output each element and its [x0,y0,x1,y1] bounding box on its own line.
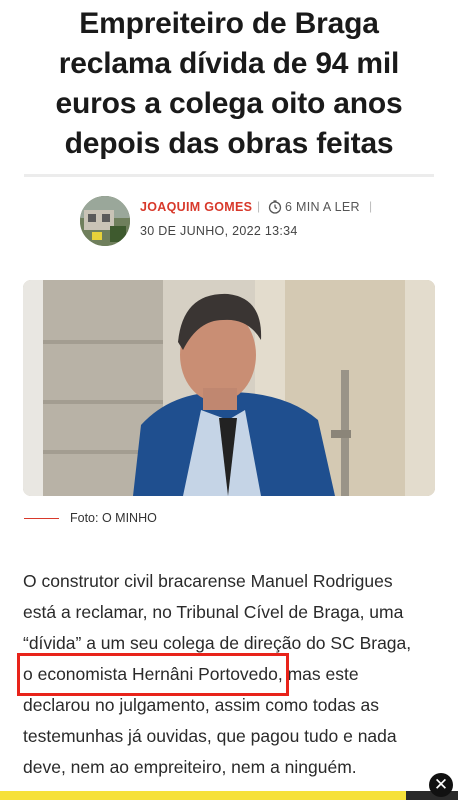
body-line: testemunhas já ouvidas, que pagou tudo e… [23,726,397,746]
body-line: declarou no julgamento, assim como todas… [23,695,380,715]
highlighted-text: o economista Hernâni Portovedo, [17,653,289,696]
meta-separator: | [369,199,373,213]
author-avatar[interactable] [80,196,130,246]
meta-separator: | [257,199,261,213]
photo-caption: Foto: O MINHO [70,511,157,525]
body-line: “dívida” a um seu colega de direção do S… [23,633,412,653]
read-time: 6 MIN A LER [285,200,360,214]
body-line: deve, nem ao empreiteiro, nem a ninguém. [23,757,357,777]
article-meta: JOAQUIM GOMES | 6 MIN A LER | 30 DE JUNH… [80,196,440,246]
article-headline: Empreiteiro de Braga reclama dívida de 9… [55,7,403,160]
author-link[interactable]: JOAQUIM GOMES [140,200,252,214]
body-line-tail: mas este [282,664,359,684]
article-body: O construtor civil bracarense Manuel Rod… [17,566,438,783]
body-line: está a reclamar, no Tribunal Cível de Br… [23,602,404,622]
ad-banner[interactable] [0,791,458,800]
caption-line [24,518,59,519]
publish-date: 30 DE JUNHO, 2022 13:34 [140,224,298,238]
body-line: o economista Hernâni Portovedo, mas este [17,653,438,696]
body-line: O construtor civil bracarense Manuel Rod… [23,571,393,591]
close-icon[interactable]: ✕ [429,773,453,797]
divider [24,174,434,177]
article-photo [23,280,435,496]
clock-icon [268,200,282,214]
